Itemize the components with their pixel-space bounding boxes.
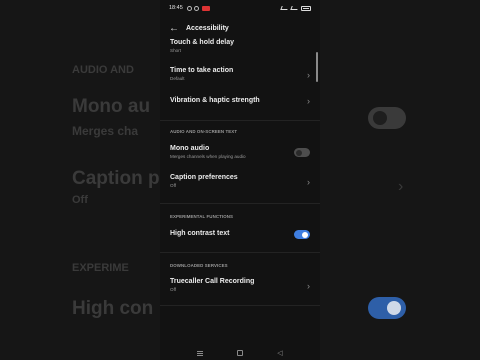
- row-value: Off: [170, 183, 177, 188]
- status-notification-icon: [193, 5, 199, 11]
- status-app-icon: [201, 5, 210, 11]
- home-icon[interactable]: [237, 350, 244, 356]
- row-title: Mono audio: [170, 145, 210, 152]
- divider: [160, 305, 320, 306]
- row-title: Caption preferences: [170, 174, 238, 181]
- background-toggle-off: [368, 107, 406, 129]
- row-value: Default: [170, 76, 185, 81]
- row-title: Truecaller Call Recording: [170, 278, 255, 285]
- app-bar: ← Accessibility: [160, 18, 320, 38]
- chevron-right-icon: ›: [307, 177, 310, 187]
- divider: [160, 203, 320, 204]
- row-subtitle: Merges channels when playing audio: [170, 154, 246, 159]
- back-triangle-icon[interactable]: ◁: [277, 349, 282, 357]
- toggle-knob: [296, 149, 302, 156]
- wifi-icon: [290, 6, 299, 10]
- section-header-experimental: EXPERIMENTAL FUNCTIONS: [170, 214, 234, 219]
- back-arrow-icon[interactable]: ←: [169, 23, 183, 34]
- background-off: Off: [72, 194, 88, 206]
- mono-audio-toggle[interactable]: [294, 148, 310, 157]
- row-title: High contrast text: [170, 230, 230, 237]
- row-title: Touch & hold delay: [170, 39, 235, 46]
- high-contrast-text-row[interactable]: High contrast text: [170, 230, 310, 239]
- caption-preferences-row[interactable]: Caption preferences Off ›: [170, 174, 310, 188]
- background-high-contrast: High con: [72, 298, 154, 319]
- status-time: 18:45: [169, 5, 183, 11]
- status-notification-icon: [186, 5, 192, 11]
- background-chevron-icon: ›: [398, 178, 404, 195]
- vibration-haptic-row[interactable]: Vibration & haptic strength ›: [170, 96, 310, 106]
- row-value: Short: [170, 48, 181, 53]
- touch-hold-delay-row[interactable]: Touch & hold delay Short: [170, 39, 310, 53]
- background-experimental: EXPERIME: [72, 262, 129, 274]
- row-value: Off: [170, 287, 177, 292]
- divider: [160, 252, 320, 253]
- background-caption: Caption p: [72, 168, 160, 189]
- chevron-right-icon: ›: [307, 70, 310, 80]
- background-merges: Merges cha: [72, 124, 139, 138]
- background-mono-audio: Mono au: [72, 96, 151, 117]
- section-header-downloaded: DOWNLOADED SERVICES: [170, 263, 228, 268]
- scrollbar[interactable]: [316, 52, 318, 82]
- menu-icon[interactable]: [197, 350, 204, 356]
- chevron-right-icon: ›: [307, 281, 310, 291]
- signal-icon: [280, 6, 289, 10]
- navigation-bar: ◁: [160, 346, 320, 360]
- row-title: Vibration & haptic strength: [170, 97, 260, 104]
- toggle-knob: [302, 231, 308, 238]
- phone-screen: 18:45 ← Accessibility Touch & hold delay…: [160, 0, 320, 360]
- divider: [160, 120, 320, 121]
- battery-icon: [301, 5, 311, 11]
- background-audio-header: AUDIO AND: [72, 64, 134, 76]
- section-header-audio: AUDIO AND ON-SCREEN TEXT: [170, 129, 238, 134]
- status-bar: 18:45: [160, 0, 320, 16]
- background-toggle-on: [368, 297, 406, 319]
- truecaller-call-recording-row[interactable]: Truecaller Call Recording Off ›: [170, 278, 310, 292]
- time-to-take-action-row[interactable]: Time to take action Default ›: [170, 67, 310, 81]
- page-title: Accessibility: [186, 24, 229, 32]
- high-contrast-toggle[interactable]: [294, 230, 310, 239]
- mono-audio-row[interactable]: Mono audio Merges channels when playing …: [170, 145, 310, 159]
- row-title: Time to take action: [170, 67, 234, 74]
- chevron-right-icon: ›: [307, 96, 310, 106]
